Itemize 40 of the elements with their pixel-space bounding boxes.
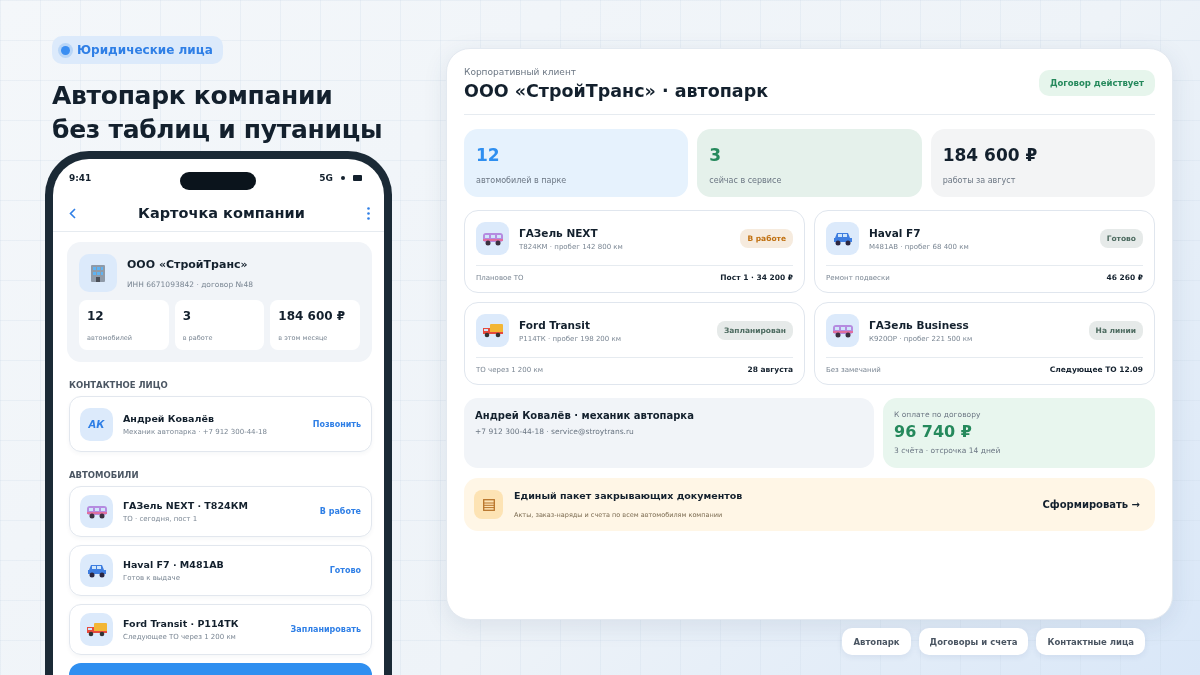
stat-value: 3 <box>182 309 192 323</box>
contact-title: Андрей Ковалёв · механик автопарка <box>475 410 695 421</box>
status-link[interactable]: Готово <box>329 566 361 575</box>
avatar: АК <box>80 407 113 441</box>
nav-button[interactable]: Автопарк <box>842 628 911 655</box>
status-link[interactable]: Запланировать <box>290 625 361 634</box>
generate-link[interactable]: Сформировать → <box>1042 499 1140 510</box>
contract-status: Договор действует <box>1038 70 1155 96</box>
company-name: ООО «СтройТранс» <box>127 257 249 271</box>
vehicle-name: Ford Transit <box>519 318 591 331</box>
panel-title: ООО «СтройТранс» · автопарк <box>464 81 769 101</box>
vehicle-title: Ford Transit · Р114ТК <box>123 618 240 629</box>
network-label: 5G <box>319 173 333 183</box>
kpi-value: 184 600 ₽ <box>942 145 1039 165</box>
kpi-label: сейчас в сервисе <box>709 176 783 185</box>
stat-value: 12 <box>87 309 105 323</box>
screen-title: Карточка компании <box>138 205 305 221</box>
documents-title: Единый пакет закрывающих документов <box>514 490 744 501</box>
contact-name: Андрей Ковалёв <box>123 412 215 424</box>
vehicle-name: ГАЗель NEXT <box>519 226 599 239</box>
stat-value: 184 600 ₽ <box>278 309 347 323</box>
client-type: Корпоративный клиент <box>464 67 578 77</box>
vehicle-title: Haval F7 · М481АВ <box>123 559 225 570</box>
kpi-label: автомобилей в парке <box>476 176 568 185</box>
kpi-value: 12 <box>476 145 501 165</box>
vehicle-name: Haval F7 <box>869 226 922 239</box>
call-link[interactable]: Позвонить <box>312 419 361 429</box>
kpi-value: 3 <box>709 145 723 165</box>
status-time: 9:41 <box>69 173 92 183</box>
payment-amount: 96 740 ₽ <box>894 422 973 441</box>
section-heading: АВТОМОБИЛИ <box>69 470 140 480</box>
nav-button[interactable]: Договоры и счета <box>918 628 1029 655</box>
section-heading: КОНТАКТНОЕ ЛИЦО <box>69 380 169 390</box>
kpi-label: работы за август <box>942 176 1017 185</box>
headline: Автопарк компании без таблиц и путаницы <box>52 80 384 146</box>
category-badge: Юридические лица <box>52 36 223 64</box>
vehicle-name: ГАЗель Business <box>869 318 970 331</box>
vehicle-title: ГАЗель NEXT · Т824КМ <box>123 500 249 511</box>
nav-button[interactable]: Контактные лица <box>1036 628 1145 655</box>
status-link[interactable]: В работе <box>319 507 361 516</box>
